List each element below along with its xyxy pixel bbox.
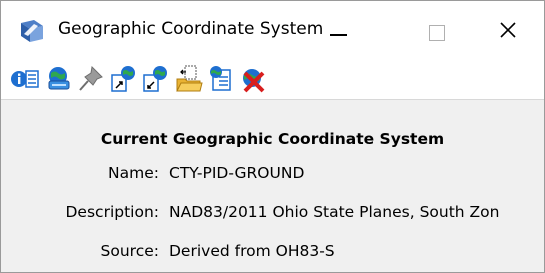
- window-title: Geographic Coordinate System: [58, 19, 324, 39]
- pushpin-icon: [79, 65, 103, 91]
- name-value: CTY-PID-GROUND: [169, 164, 305, 182]
- open-folder-button[interactable]: [174, 64, 204, 94]
- title-bar[interactable]: Geographic Coordinate System: [1, 1, 544, 59]
- description-label: Description:: [65, 203, 160, 221]
- source-value: Derived from OH83-S: [169, 242, 335, 260]
- minimize-button[interactable]: [302, 1, 372, 59]
- source-row: Source: Derived from OH83-S: [1, 242, 544, 264]
- globe-list-icon: [210, 66, 231, 91]
- globe-list-button[interactable]: [206, 64, 236, 94]
- geo-app-icon: [21, 20, 43, 42]
- description-value: NAD83/2011 Ohio State Planes, South Zon: [169, 203, 500, 221]
- pushpin-button[interactable]: [76, 64, 106, 94]
- minimize-icon: [330, 34, 347, 36]
- description-row: Description: NAD83/2011 Ohio State Plane…: [1, 203, 544, 225]
- panel-heading: Current Geographic Coordinate System: [100, 130, 445, 148]
- info-list-button[interactable]: [10, 64, 40, 94]
- toolbar: [1, 59, 544, 100]
- import-globe-button[interactable]: [140, 64, 170, 94]
- source-label: Source:: [100, 242, 159, 260]
- import-globe-icon: [143, 66, 167, 92]
- close-button[interactable]: [473, 1, 543, 59]
- open-folder-icon: [176, 65, 203, 92]
- maximize-button[interactable]: [403, 1, 473, 59]
- export-globe-icon: [111, 66, 135, 92]
- name-label: Name:: [108, 164, 159, 182]
- maximize-icon: [429, 25, 445, 41]
- geographic-coordinate-system-window: Geographic Coordinate System Current Geo…: [0, 0, 545, 273]
- globe-database-icon: [48, 67, 70, 90]
- current-gcs-panel: Current Geographic Coordinate System Nam…: [1, 100, 544, 272]
- delete-globe-icon: [243, 69, 265, 93]
- delete-globe-button[interactable]: [238, 64, 268, 94]
- info-list-icon: [11, 70, 39, 88]
- globe-database-button[interactable]: [44, 64, 74, 94]
- export-globe-button[interactable]: [108, 64, 138, 94]
- close-icon: [500, 22, 516, 38]
- name-row: Name: CTY-PID-GROUND: [1, 164, 544, 186]
